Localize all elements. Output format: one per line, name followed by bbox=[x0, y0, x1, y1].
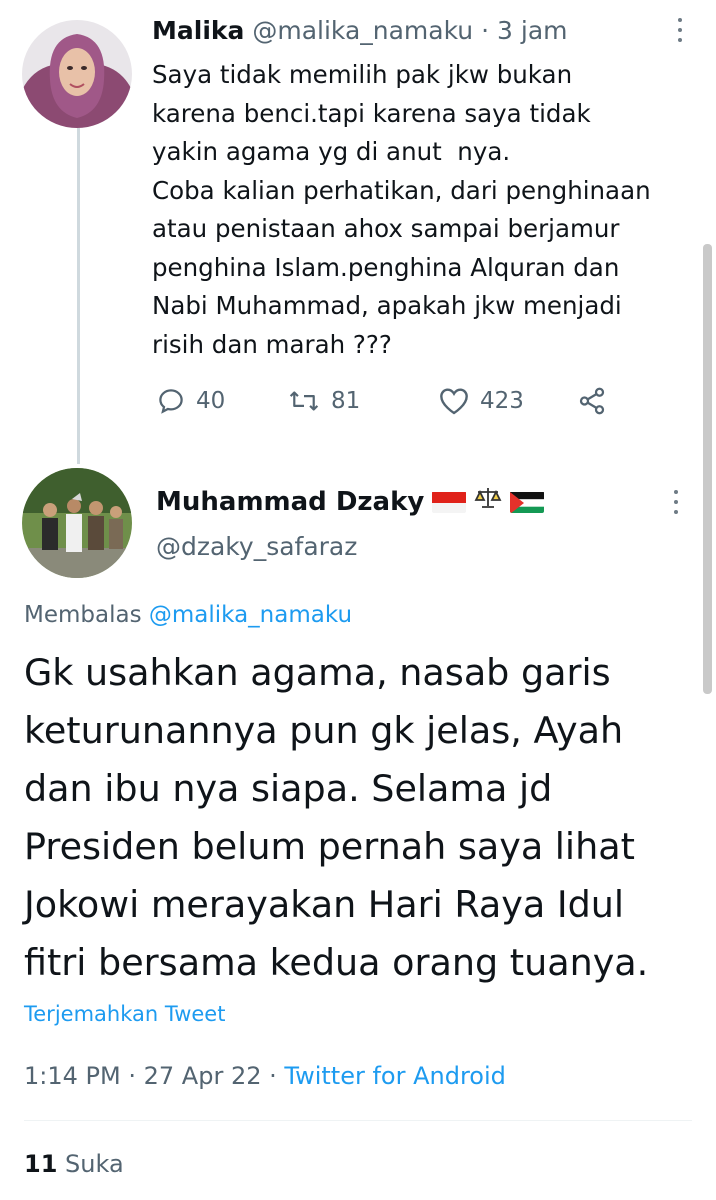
likes-label: Suka bbox=[65, 1150, 124, 1178]
divider bbox=[24, 1120, 692, 1121]
reply-button[interactable]: 40 bbox=[156, 386, 225, 416]
tweet1-header: Malika @malika_namaku · 3 jam bbox=[152, 16, 568, 45]
separator-dot: · bbox=[481, 16, 490, 45]
separator-dot: · bbox=[128, 1062, 136, 1090]
tweet2-text: Gk usahkan agama, nasab garis keturunann… bbox=[24, 651, 649, 984]
like-count: 423 bbox=[480, 388, 524, 414]
share-button[interactable] bbox=[576, 386, 608, 416]
retweet-button[interactable]: 81 bbox=[287, 386, 360, 416]
reply-count: 40 bbox=[196, 388, 226, 414]
likes-count: 11 bbox=[24, 1150, 58, 1178]
tweet-time[interactable]: 3 jam bbox=[497, 16, 567, 45]
retweet-count: 81 bbox=[331, 388, 361, 414]
likes-summary[interactable]: 11 Suka bbox=[24, 1150, 124, 1178]
retweet-icon bbox=[289, 391, 319, 411]
tweet-source-link[interactable]: Twitter for Android bbox=[284, 1062, 505, 1090]
author-handle[interactable]: @malika_namaku bbox=[252, 16, 473, 45]
author-name-dzaky[interactable]: Muhammad Dzaky bbox=[156, 486, 545, 517]
author-name[interactable]: Malika bbox=[152, 16, 244, 45]
thread-connector-line bbox=[77, 128, 80, 464]
tweet-meta: 1:14 PM · 27 Apr 22 · Twitter for Androi… bbox=[24, 1062, 506, 1090]
scales-icon bbox=[474, 486, 502, 517]
author-handle[interactable]: @dzaky_safaraz bbox=[156, 532, 357, 561]
tweet1-text: Saya tidak memilih pak jkw bukan karena … bbox=[152, 60, 651, 359]
heart-icon bbox=[440, 388, 468, 415]
like-button[interactable]: 423 bbox=[438, 386, 524, 416]
indonesia-flag-icon bbox=[432, 491, 467, 513]
scrollbar[interactable] bbox=[703, 244, 712, 694]
more-options-icon[interactable] bbox=[666, 490, 686, 514]
separator-dot: · bbox=[269, 1062, 277, 1090]
more-options-icon[interactable] bbox=[670, 18, 690, 42]
share-icon bbox=[579, 387, 605, 415]
tweet-date[interactable]: 27 Apr 22 bbox=[144, 1062, 262, 1090]
tweet-time[interactable]: 1:14 PM bbox=[24, 1062, 121, 1090]
avatar-dzaky[interactable] bbox=[22, 468, 132, 578]
reply-prefix: Membalas bbox=[24, 602, 142, 628]
palestine-flag-icon bbox=[510, 491, 545, 513]
author-name: Muhammad Dzaky bbox=[156, 486, 425, 517]
reply-to-link[interactable]: @malika_namaku bbox=[149, 602, 352, 628]
replying-to: Membalas @malika_namaku bbox=[24, 602, 352, 628]
avatar-malika[interactable] bbox=[22, 20, 132, 128]
translate-tweet-link[interactable]: Terjemahkan Tweet bbox=[24, 1002, 225, 1026]
reply-icon bbox=[159, 389, 183, 414]
